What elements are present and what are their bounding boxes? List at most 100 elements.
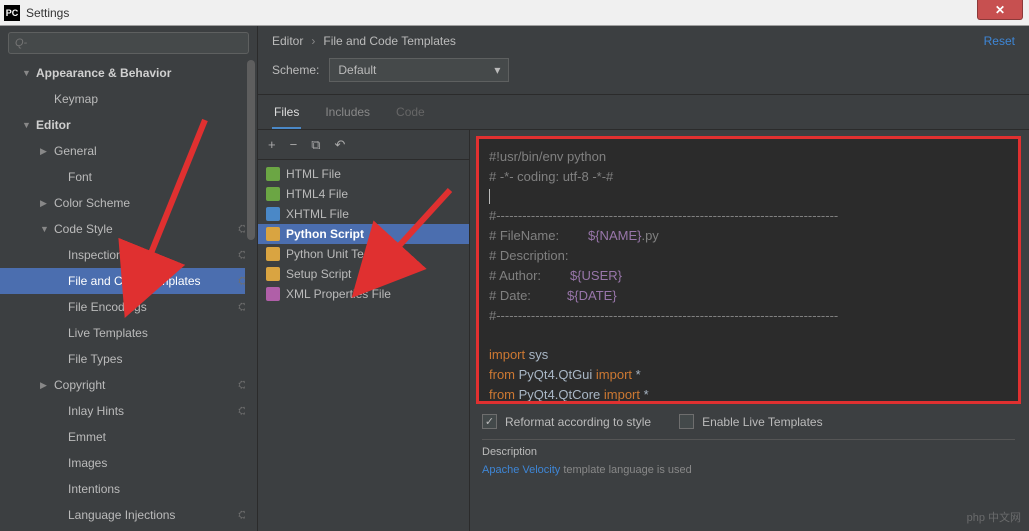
sidebar-item-inspections[interactable]: Inspections⛭ (0, 242, 257, 268)
tree-arrow-icon: ▼ (22, 68, 32, 78)
description-text: Apache Velocity template language is use… (482, 464, 1015, 476)
tab-files[interactable]: Files (272, 97, 301, 129)
sidebar-item-label: Code Style (54, 222, 113, 236)
tree-arrow-icon: ▶ (40, 198, 50, 209)
template-label: HTML File (286, 167, 341, 181)
options-row: ✓ Reformat according to style Enable Liv… (476, 404, 1021, 439)
app-icon: PC (4, 5, 20, 21)
sidebar-item-file-and-code-templates[interactable]: File and Code Templates⛭ (0, 268, 257, 294)
description-box: Description Apache Velocity template lan… (482, 439, 1015, 476)
template-item-xhtml-file[interactable]: XHTML File (258, 204, 469, 224)
sidebar-item-label: Inspections (68, 248, 129, 262)
add-button[interactable]: + (268, 137, 276, 152)
file-icon (266, 167, 280, 181)
file-icon (266, 267, 280, 281)
velocity-link[interactable]: Apache Velocity (482, 464, 560, 476)
sidebar-item-live-templates[interactable]: Live Templates (0, 320, 257, 346)
reset-link[interactable]: Reset (984, 34, 1015, 48)
window-title: Settings (26, 6, 69, 20)
sidebar-item-copyright[interactable]: ▶Copyright⛭ (0, 372, 257, 398)
settings-tree: ▼ Appearance & Behavior Keymap ▼ Editor ▶ Gene… (0, 60, 257, 531)
sidebar-item-label: Images (68, 456, 107, 470)
reformat-checkbox[interactable]: ✓ Reformat according to style (482, 414, 651, 429)
sidebar-item-inlay-hints[interactable]: Inlay Hints⛭ (0, 398, 257, 424)
sidebar-item-font[interactable]: Font (0, 164, 257, 190)
sidebar: ▼ Appearance & Behavior Keymap ▼ Editor ▶ Gene… (0, 26, 258, 531)
sidebar-item-file-encodings[interactable]: File Encodings⛭ (0, 294, 257, 320)
sidebar-item-label: File Encodings (68, 300, 147, 314)
breadcrumb-current: File and Code Templates (323, 34, 456, 48)
sidebar-item-appearance-behavior[interactable]: ▼ Appearance & Behavior (0, 60, 257, 86)
sidebar-item-code-style[interactable]: ▼Code Style⛭ (0, 216, 257, 242)
template-item-xml-properties-file[interactable]: XML Properties File (258, 284, 469, 304)
checkbox-unchecked-icon (679, 414, 694, 429)
sidebar-item-label: General (54, 144, 97, 158)
template-label: Python Unit Test (286, 247, 373, 261)
sidebar-item-general[interactable]: ▶ General (0, 138, 257, 164)
sidebar-item-intentions[interactable]: Intentions (0, 476, 257, 502)
scheme-value: Default (338, 63, 376, 77)
tree-scrollbar[interactable] (245, 60, 257, 531)
reformat-label: Reformat according to style (505, 415, 651, 429)
enable-live-checkbox[interactable]: Enable Live Templates (679, 414, 823, 429)
template-item-html4-file[interactable]: HTML4 File (258, 184, 469, 204)
template-items: HTML File HTML4 File XHTML File Python S… (258, 160, 469, 531)
undo-button[interactable]: ↶ (334, 137, 345, 153)
remove-button[interactable]: − (290, 137, 298, 152)
copy-button[interactable]: ⧉ (311, 137, 320, 153)
template-label: Python Script (286, 227, 364, 241)
template-item-python-unit-test[interactable]: Python Unit Test (258, 244, 469, 264)
sidebar-item-editor[interactable]: ▼ Editor (0, 112, 257, 138)
sidebar-item-label: Inlay Hints (68, 404, 124, 418)
breadcrumb-sep: › (311, 34, 315, 48)
sidebar-item-label: Color Scheme (54, 196, 130, 210)
titlebar: PC Settings ✕ (0, 0, 1029, 26)
enable-live-label: Enable Live Templates (702, 415, 823, 429)
template-list-pane: + − ⧉ ↶ HTML File HTML4 File XHTML File … (258, 130, 470, 531)
template-item-python-script[interactable]: Python Script (258, 224, 469, 244)
editor-area: #!usr/bin/env python # -*- coding: utf-8… (470, 130, 1029, 531)
sidebar-item-label: Keymap (54, 92, 98, 106)
template-toolbar: + − ⧉ ↶ (258, 130, 469, 160)
template-item-setup-script[interactable]: Setup Script (258, 264, 469, 284)
tree-arrow-icon: ▼ (22, 120, 32, 130)
sidebar-item-label: Editor (36, 118, 71, 132)
sidebar-item-emmet[interactable]: Emmet (0, 424, 257, 450)
sidebar-item-images[interactable]: Images (0, 450, 257, 476)
search-box[interactable] (8, 32, 249, 54)
scheme-select[interactable]: Default ▾ (329, 58, 509, 82)
window-buttons: ✕ (977, 0, 1029, 25)
description-title: Description (482, 446, 1015, 458)
template-label: Setup Script (286, 267, 351, 281)
template-item-html-file[interactable]: HTML File (258, 164, 469, 184)
tree-arrow-icon: ▼ (40, 224, 50, 234)
file-icon (266, 187, 280, 201)
file-icon (266, 227, 280, 241)
close-button[interactable]: ✕ (977, 0, 1023, 20)
tree-arrow-icon: ▶ (40, 380, 50, 391)
template-label: XHTML File (286, 207, 349, 221)
sidebar-item-label: File and Code Templates (68, 274, 201, 288)
file-icon (266, 207, 280, 221)
search-input[interactable] (15, 37, 242, 49)
tree-arrow-icon: ▶ (40, 146, 50, 157)
file-icon (266, 287, 280, 301)
file-icon (266, 247, 280, 261)
scheme-row: Scheme: Default ▾ (258, 52, 1029, 95)
sidebar-item-label: Intentions (68, 482, 120, 496)
tab-code[interactable]: Code (394, 97, 427, 129)
sidebar-item-color-scheme[interactable]: ▶ Color Scheme (0, 190, 257, 216)
checkbox-checked-icon: ✓ (482, 414, 497, 429)
sidebar-item-label: Font (68, 170, 92, 184)
sidebar-item-file-types[interactable]: File Types (0, 346, 257, 372)
sidebar-item-keymap[interactable]: Keymap (0, 86, 257, 112)
sidebar-item-label: Appearance & Behavior (36, 66, 171, 80)
sidebar-item-language-injections[interactable]: Language Injections⛭ (0, 502, 257, 528)
code-editor[interactable]: #!usr/bin/env python # -*- coding: utf-8… (476, 136, 1021, 404)
sidebar-item-label: File Types (68, 352, 122, 366)
tab-includes[interactable]: Includes (323, 97, 372, 129)
breadcrumb-editor[interactable]: Editor (272, 34, 303, 48)
breadcrumb-row: Editor › File and Code Templates Reset (258, 26, 1029, 52)
sidebar-item-label: Language Injections (68, 508, 175, 522)
template-label: XML Properties File (286, 287, 391, 301)
